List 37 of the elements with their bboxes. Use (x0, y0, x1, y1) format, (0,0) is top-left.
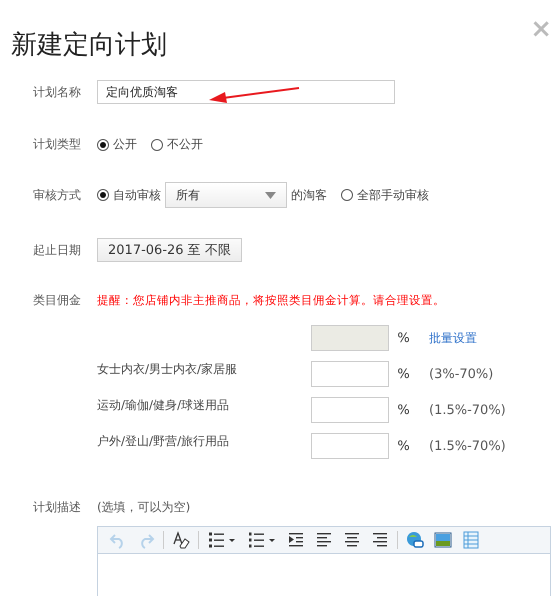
field-label: 起止日期 (33, 242, 82, 258)
date-range-button[interactable]: 2017-06-26 至 不限 (97, 238, 242, 262)
radio-button[interactable] (97, 138, 109, 150)
radio-button[interactable] (97, 189, 109, 201)
category-name: 女士内衣/男士内衣/家居服 (97, 361, 238, 378)
radio-option[interactable]: 公开 (97, 136, 137, 153)
radio-option[interactable]: 自动审核 (97, 186, 161, 204)
percent-unit: % (396, 330, 411, 346)
field-label: 类目佣金 (33, 292, 82, 309)
caret-icon (265, 192, 276, 198)
rate-range: (1.5%-70%) (429, 438, 506, 454)
category-name: 运动/瑜伽/健身/球迷用品 (97, 397, 230, 414)
rate-range: (3%-70%) (429, 366, 494, 382)
field-label: 计划描述 (33, 499, 82, 516)
hint-text: (选填，可以为空) (97, 499, 190, 516)
bulk-rate-field[interactable] (311, 325, 389, 351)
percent-unit: % (396, 366, 411, 382)
field-label: 审核方式 (33, 186, 82, 204)
rate-range: (1.5%-70%) (429, 402, 506, 418)
dialog-title: 新建定向计划 (11, 29, 167, 62)
bulk-set-link[interactable]: 批量设置 (429, 330, 477, 346)
field-label: 计划类型 (33, 136, 82, 153)
warning-text: 提醒：您店铺内非主推商品，将按照类目佣金计算。请合理设置。 (97, 293, 445, 308)
rate-field[interactable] (311, 397, 389, 423)
radio-button[interactable] (151, 138, 163, 150)
dropdown[interactable]: 所有 (165, 182, 287, 208)
percent-unit: % (396, 438, 411, 454)
rate-field[interactable] (311, 361, 389, 387)
rate-field[interactable] (311, 433, 389, 459)
radio-option[interactable]: 不公开 (151, 136, 203, 153)
field-label: 计划名称 (33, 84, 82, 100)
plan-name-field[interactable]: 定向优质淘客 (97, 80, 395, 104)
percent-unit: % (396, 402, 411, 418)
radio-button[interactable] (341, 189, 353, 201)
radio-option[interactable]: 全部手动审核 (341, 186, 429, 204)
suffix-text: 的淘客 (291, 186, 327, 204)
category-name: 户外/登山/野营/旅行用品 (97, 433, 230, 450)
